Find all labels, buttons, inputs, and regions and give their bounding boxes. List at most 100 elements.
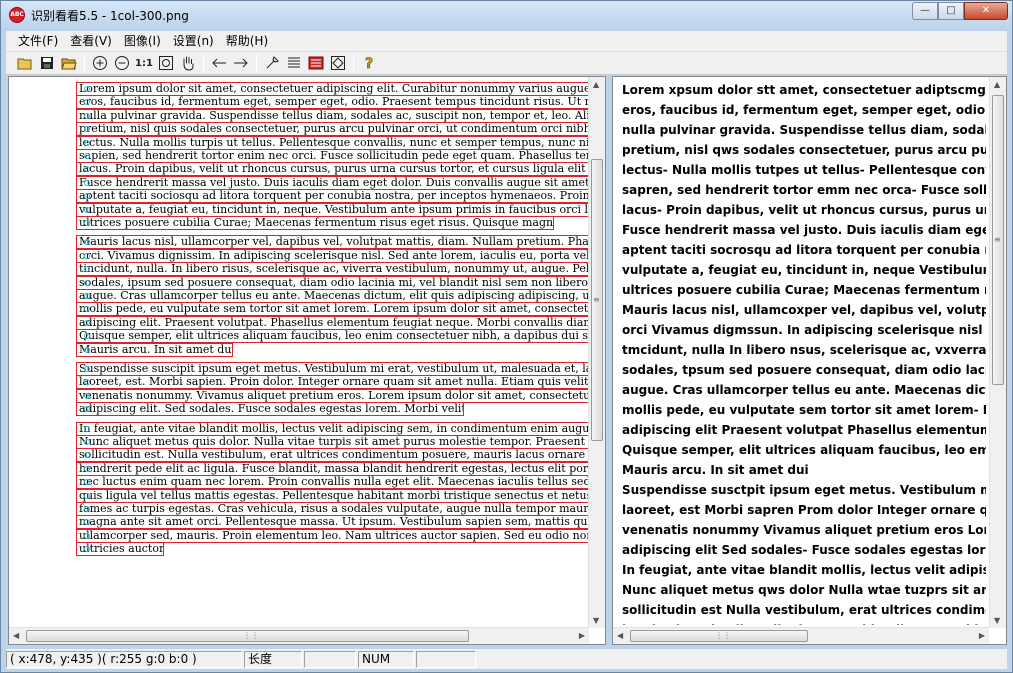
line-marker [84, 179, 90, 186]
maximize-button[interactable]: □ [938, 2, 964, 20]
ocr-line-box[interactable]: sollicitudin est. Nulla vestibulum, erat… [76, 448, 594, 463]
line-marker [84, 506, 90, 512]
ocr-line-box[interactable]: ullamcorper sed, mauris. Proin elementum… [76, 528, 594, 543]
text-line: Lorem xpsum dolor stt amet, consectetuer… [622, 83, 986, 97]
scroll-left-icon[interactable]: ◀ [13, 631, 19, 640]
text-line: pretium, nisl qws sodales consectetuer, … [622, 143, 986, 157]
text-line: sapren, sed hendrerit tortor emm nec orc… [622, 183, 986, 197]
ocr-line-box[interactable]: fames ac turpis egestas. Cras vehicula, … [76, 502, 594, 516]
ocr-line-box[interactable]: sapien, sed hendrerit tortor enim nec or… [76, 149, 594, 163]
menu-settings[interactable]: 设置(n) [167, 31, 220, 51]
ocr-line-box[interactable]: ultrices posuere cubilia Curae; Maecenas… [76, 216, 554, 230]
menu-file[interactable]: 文件(F) [12, 31, 64, 51]
ocr-line-box[interactable]: quis ligula vel tellus mattis egestas. P… [76, 488, 594, 503]
ocr-line-box[interactable]: orci. Vivamus dignissim. In adipiscing s… [76, 248, 594, 263]
scroll-right-icon[interactable]: ▶ [979, 631, 985, 640]
ocr-line-box[interactable]: venenatis nonummy. Vivamus aliquet preti… [76, 388, 594, 403]
wrench-icon [266, 56, 279, 69]
status-num: NUM [358, 650, 414, 668]
ocr-line-box[interactable]: Lorem ipsum dolor sit amet, consectetuer… [76, 82, 594, 96]
arrow-left-icon [212, 58, 226, 68]
ocr-line-box[interactable]: Fusce hendrerit massa vel justo. Duis ia… [76, 175, 594, 190]
ocr-line-box[interactable]: tincidunt, nulla. In libero risus, scele… [76, 262, 594, 277]
rotate-button[interactable] [327, 53, 349, 73]
close-button[interactable]: ✕ [964, 2, 1008, 20]
image-horizontal-scrollbar[interactable]: ◀ ⋮⋮ ▶ [9, 627, 589, 644]
scroll-left-icon[interactable]: ◀ [617, 631, 623, 640]
save-icon [41, 57, 53, 69]
save-button[interactable] [36, 53, 58, 73]
scroll-thumb[interactable]: ⋮⋮ [630, 630, 808, 642]
text-line: lacus- Proin dapibus, velit ut rhoncus c… [622, 203, 986, 217]
open-button[interactable] [14, 53, 36, 73]
zoom-in-button[interactable] [89, 53, 111, 73]
wrench-button[interactable] [261, 53, 283, 73]
ocr-line-box[interactable]: In feugiat, ante vitae blandit mollis, l… [76, 421, 594, 436]
text-line: aptent taciti socrosqu ad litora torquen… [622, 243, 986, 257]
text-line: vulputate a, feugiat eu, tincidunt in, n… [622, 263, 986, 277]
menu-view[interactable]: 查看(V) [64, 31, 118, 51]
status-coords: ( x:478, y:435 )( r:255 g:0 b:0 ) [6, 650, 242, 668]
ocr-line-box[interactable]: Suspendisse suscipit ipsum eget metus. V… [76, 362, 594, 376]
minimize-button[interactable]: — [912, 2, 938, 20]
menu-help[interactable]: 帮助(H) [220, 31, 274, 51]
ocr-line-box[interactable]: adipiscing elit. Sed sodales. Fusce soda… [76, 402, 464, 417]
help-button[interactable]: ? [358, 53, 380, 73]
line-marker [84, 319, 90, 326]
ocr-line-box[interactable]: lectus. Nulla mollis turpis ut tellus. P… [76, 135, 594, 150]
ocr-line-box[interactable]: laoreet, est. Morbi sapien. Proin dolor.… [76, 375, 594, 390]
scroll-up-icon[interactable]: ▲ [994, 80, 1000, 89]
recognized-text[interactable]: Lorem xpsum dolor stt amet, consectetuer… [622, 80, 986, 625]
zoom-out-button[interactable] [111, 53, 133, 73]
ocr-line-box[interactable]: nec luctus enim quam nec lorem. Proin co… [76, 475, 594, 490]
line-marker [84, 252, 90, 259]
ocr-line-box[interactable]: Nunc aliquet metus quis dolor. Nulla vit… [76, 435, 594, 449]
ocr-line-box[interactable]: lacus. Proin dapibus, velit ut rhoncus c… [76, 162, 594, 177]
scroll-thumb[interactable]: ≡ [591, 159, 603, 441]
ocr-line-box[interactable]: Mauris lacus nisl, ullamcorper vel, dapi… [76, 235, 594, 250]
scroll-right-icon[interactable]: ▶ [579, 631, 585, 640]
ocr-line-box[interactable]: vulputate a, feugiat eu, tincidunt in, n… [76, 202, 594, 217]
ocr-line-box[interactable]: adipiscing elit. Praesent volutpat. Phas… [76, 315, 594, 330]
ocr-line-box[interactable]: mollis pede, eu vulputate sem tortor sit… [76, 302, 594, 317]
text-line: In feugiat, ante vitae blandit mollis, l… [622, 563, 986, 577]
scroll-thumb[interactable]: ≡ [992, 95, 1004, 385]
ocr-line-box[interactable]: eros, faucibus id, fermentum eget, sempe… [76, 95, 594, 110]
scroll-down-icon[interactable]: ▼ [994, 616, 1000, 625]
title-bar[interactable]: ABC 识别看看5.5 - 1col-300.png — □ ✕ [1, 1, 1012, 29]
app-logo-icon: ABC [9, 7, 25, 23]
grip-icon: ⋮⋮ [715, 631, 731, 640]
image-pane[interactable]: Lorem ipsum dolor sit amet, consectetuer… [8, 76, 606, 645]
ocr-line-box[interactable]: sodales, ipsum sed posuere consequat, di… [76, 275, 594, 290]
scroll-thumb[interactable]: ⋮⋮ [26, 630, 469, 642]
scroll-down-icon[interactable]: ▼ [593, 616, 599, 625]
align-button[interactable] [283, 53, 305, 73]
ocr-line-box[interactable]: magna ante sit amet orci. Pellentesque m… [76, 515, 594, 530]
text-line: sodales, tpsum sed posuere consequat, di… [622, 363, 986, 377]
fit-button[interactable] [155, 53, 177, 73]
ocr-text-pane[interactable]: Lorem xpsum dolor stt amet, consectetuer… [612, 76, 1007, 645]
text-line: Fusce hendrerit massa vel justo. Duis ia… [622, 223, 986, 237]
actual-size-button[interactable]: 1:1 [133, 53, 155, 73]
arrow-right-button[interactable] [230, 53, 252, 73]
ocr-line-box[interactable]: hendrerit pede elit ac ligula. Fusce bla… [76, 461, 594, 476]
ocr-line-box[interactable]: pretium, nisl quis sodales consectetuer,… [76, 122, 594, 137]
open-folder-button[interactable] [58, 53, 80, 73]
scroll-up-icon[interactable]: ▲ [593, 80, 599, 89]
book-button[interactable] [305, 53, 327, 73]
status-bar: ( x:478, y:435 )( r:255 g:0 b:0 ) 长度 NUM [6, 649, 1007, 669]
text-horizontal-scrollbar[interactable]: ◀ ⋮⋮ ▶ [613, 627, 989, 644]
hand-pan-button[interactable] [177, 53, 199, 73]
image-vertical-scrollbar[interactable]: ▲ ≡ ▼ [588, 77, 605, 628]
ocr-line-box[interactable]: nulla pulvinar gravida. Suspendisse tell… [76, 108, 594, 123]
text-line: Suspendisse susctpit ipsum eget metus. V… [622, 483, 986, 497]
ocr-line-box[interactable]: aptent taciti sociosqu ad litora torquen… [76, 189, 594, 204]
ocr-line-box[interactable]: Mauris arcu. In sit amet dui [76, 342, 233, 357]
minimize-icon: — [920, 5, 930, 16]
ocr-line-box[interactable]: augue. Cras ullamcorper tellus eu ante. … [76, 289, 594, 303]
open-icon [17, 58, 32, 70]
arrow-left-button[interactable] [208, 53, 230, 73]
menu-image[interactable]: 图像(I) [118, 31, 167, 51]
ocr-line-box[interactable]: Quisque semper, elit ultrices aliquam fa… [76, 329, 594, 344]
text-vertical-scrollbar[interactable]: ▲ ≡ ▼ [989, 77, 1006, 628]
